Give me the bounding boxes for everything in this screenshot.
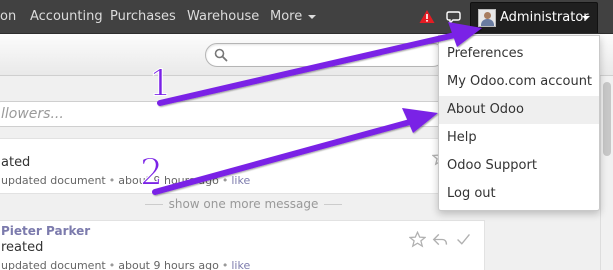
message-item: ated updated document • about 9 hours ago •… <box>0 138 485 194</box>
message-meta-text: updated document <box>1 259 106 270</box>
message-actions <box>409 231 472 248</box>
chevron-down-icon <box>582 16 590 20</box>
message-title: reated <box>1 240 44 255</box>
check-icon[interactable] <box>455 231 472 248</box>
message-meta: updated document • about 9 hours ago • like <box>1 259 251 270</box>
menu-item-odoo-account[interactable]: My Odoo.com account <box>439 68 599 96</box>
search-icon <box>214 48 228 62</box>
show-more-messages[interactable]: show one more message <box>0 196 487 212</box>
nav-item-accounting[interactable]: Accounting <box>30 0 103 34</box>
reply-icon[interactable] <box>432 231 449 248</box>
user-name: Administrator <box>500 10 589 25</box>
top-navbar: on Accounting Purchases Warehouse More A… <box>0 0 613 34</box>
message-meta: updated document • about 9 hours ago • like <box>1 174 251 187</box>
avatar <box>478 9 496 27</box>
nav-item-more-label: More <box>270 9 303 24</box>
menu-item-help[interactable]: Help <box>439 124 599 152</box>
menu-item-log-out[interactable]: Log out <box>439 180 599 208</box>
user-menu-toggle[interactable]: Administrator <box>470 2 598 33</box>
message-time: about 9 hours ago <box>118 174 219 187</box>
scrollbar[interactable] <box>600 76 613 270</box>
message-item: Pieter Parker reated updated document • ab… <box>0 220 485 270</box>
caret-down-icon <box>308 14 317 19</box>
scrollbar-thumb[interactable] <box>603 82 611 156</box>
menu-item-about-odoo[interactable]: About Odoo <box>439 96 599 124</box>
menu-item-odoo-support[interactable]: Odoo Support <box>439 152 599 180</box>
like-link[interactable]: like <box>231 174 250 187</box>
user-dropdown-menu: Preferences My Odoo.com account About Od… <box>438 35 600 211</box>
search-input[interactable] <box>205 43 445 67</box>
message-meta-text: updated document <box>1 174 106 187</box>
nav-item-more[interactable]: More <box>270 0 317 34</box>
chat-icon[interactable] <box>446 10 462 24</box>
nav-item-purchases[interactable]: Purchases <box>110 0 176 34</box>
like-link[interactable]: like <box>231 259 250 270</box>
show-more-label: show one more message <box>168 197 319 211</box>
nav-item-partial[interactable]: on <box>0 0 16 34</box>
nav-item-warehouse[interactable]: Warehouse <box>187 0 259 34</box>
message-author[interactable]: Pieter Parker <box>1 224 90 238</box>
warning-icon[interactable] <box>419 9 435 24</box>
message-time: about 9 hours ago <box>118 259 219 270</box>
menu-item-preferences[interactable]: Preferences <box>439 40 599 68</box>
star-icon[interactable] <box>409 231 426 248</box>
message-title: ated <box>1 155 31 170</box>
